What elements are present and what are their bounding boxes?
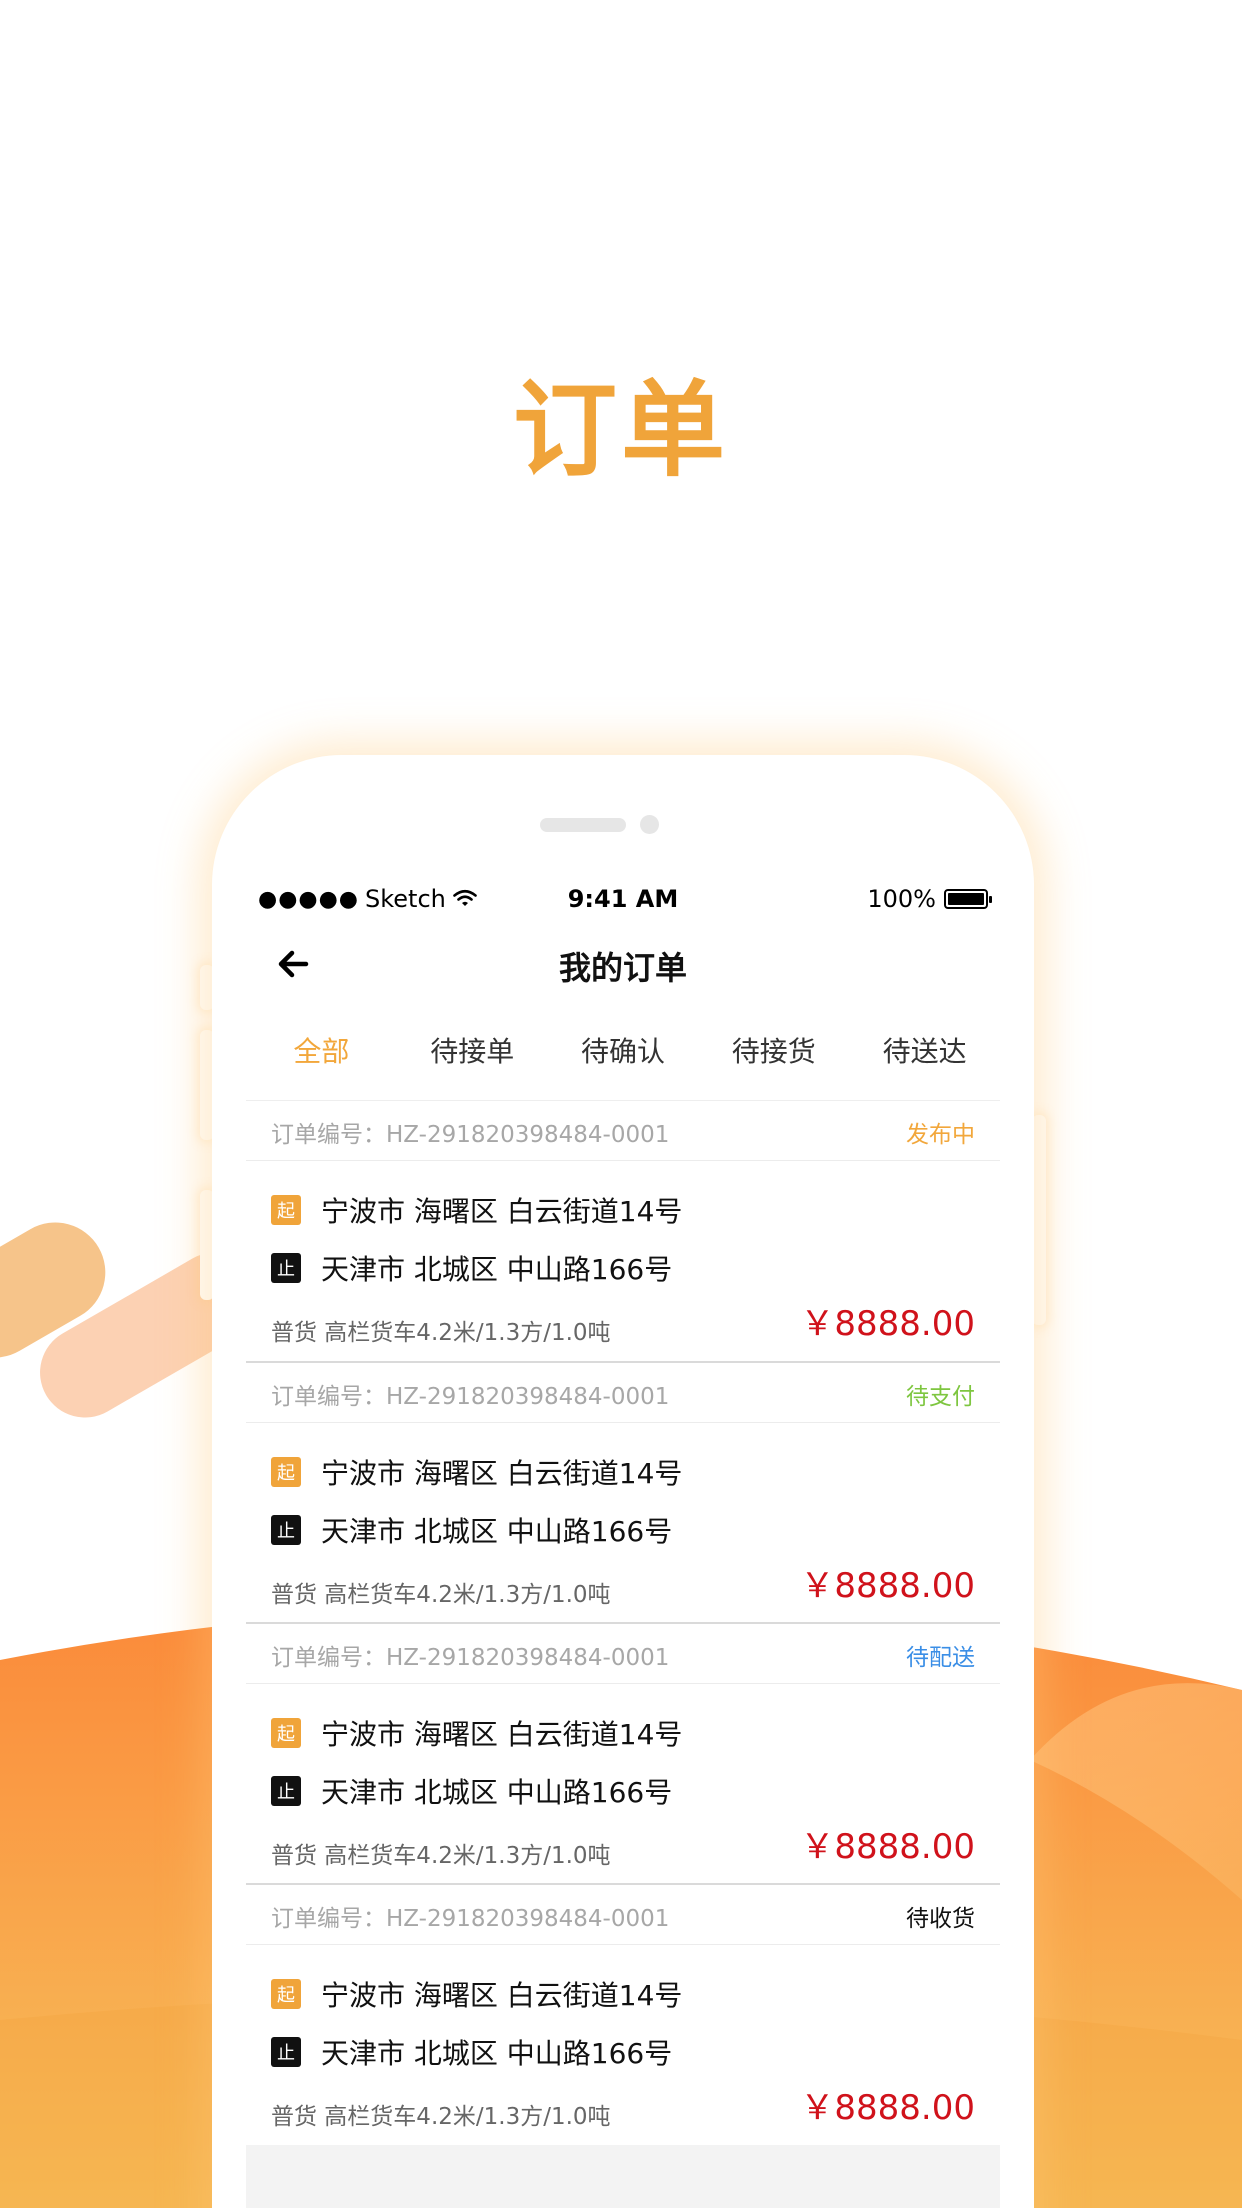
order-price: ￥8888.00: [800, 1566, 975, 1606]
start-address: 宁波市 海曙区 白云街道14号: [321, 1195, 683, 1228]
start-tag: 起: [271, 1457, 301, 1487]
page-title: 订单: [512, 369, 729, 491]
order-status: 待支付: [906, 1384, 975, 1410]
end-address: 天津市 北城区 中山路166号: [321, 2037, 673, 2070]
end-address-row: 止 天津市 北城区 中山路166号: [271, 1510, 672, 1550]
order-list: 订单编号：HZ-291820398484-0001 发布中 起 宁波市 海曙区 …: [246, 1100, 1000, 2144]
end-address: 天津市 北城区 中山路166号: [321, 1515, 673, 1548]
order-number: 订单编号：HZ-291820398484-0001: [271, 1122, 670, 1148]
tab-pending-accept[interactable]: 待接单: [397, 1030, 548, 1080]
order-number: 订单编号：HZ-291820398484-0001: [271, 1906, 670, 1932]
battery-icon: [944, 889, 992, 909]
tab-pending-pickup[interactable]: 待接货: [698, 1030, 849, 1080]
start-address: 宁波市 海曙区 白云街道14号: [321, 1457, 683, 1490]
phone-side-button: [1032, 1115, 1046, 1325]
start-address: 宁波市 海曙区 白云街道14号: [321, 1718, 683, 1751]
order-price: ￥8888.00: [800, 2088, 975, 2128]
order-header: 订单编号：HZ-291820398484-0001 发布中: [246, 1101, 1000, 1161]
end-tag: 止: [271, 1776, 301, 1806]
order-header: 订单编号：HZ-291820398484-0001 待支付: [246, 1363, 1000, 1423]
start-tag: 起: [271, 1718, 301, 1748]
end-address: 天津市 北城区 中山路166号: [321, 1253, 673, 1286]
end-tag: 止: [271, 1515, 301, 1545]
start-address-row: 起 宁波市 海曙区 白云街道14号: [271, 1974, 682, 2014]
end-address-row: 止 天津市 北城区 中山路166号: [271, 1771, 672, 1811]
order-tabs: 全部 待接单 待确认 待接货 待送达: [246, 1030, 1000, 1080]
end-address: 天津市 北城区 中山路166号: [321, 1776, 673, 1809]
cargo-info: 普货 高栏货车4.2米/1.3方/1.0吨: [271, 1320, 611, 1346]
phone-camera: [640, 815, 659, 834]
order-price: ￥8888.00: [800, 1304, 975, 1344]
tab-pending-delivery[interactable]: 待送达: [849, 1030, 1000, 1080]
order-number: 订单编号：HZ-291820398484-0001: [271, 1384, 670, 1410]
list-bottom-area: [246, 2145, 1000, 2208]
phone-speaker: [540, 818, 626, 832]
order-header: 订单编号：HZ-291820398484-0001 待配送: [246, 1624, 1000, 1684]
order-card[interactable]: 订单编号：HZ-291820398484-0001 待收货 起 宁波市 海曙区 …: [246, 1883, 1000, 2144]
order-number: 订单编号：HZ-291820398484-0001: [271, 1645, 670, 1671]
cargo-info: 普货 高栏货车4.2米/1.3方/1.0吨: [271, 2104, 611, 2130]
tab-pending-confirm[interactable]: 待确认: [548, 1030, 699, 1080]
order-header: 订单编号：HZ-291820398484-0001 待收货: [246, 1885, 1000, 1945]
order-status: 发布中: [906, 1122, 975, 1148]
order-price: ￥8888.00: [800, 1827, 975, 1867]
start-address-row: 起 宁波市 海曙区 白云街道14号: [271, 1452, 682, 1492]
order-status: 待收货: [906, 1906, 975, 1932]
order-card[interactable]: 订单编号：HZ-291820398484-0001 发布中 起 宁波市 海曙区 …: [246, 1100, 1000, 1361]
order-status: 待配送: [906, 1645, 975, 1671]
start-address-row: 起 宁波市 海曙区 白云街道14号: [271, 1713, 682, 1753]
end-address-row: 止 天津市 北城区 中山路166号: [271, 2032, 672, 2072]
tab-all[interactable]: 全部: [246, 1030, 397, 1080]
end-tag: 止: [271, 2037, 301, 2067]
start-address: 宁波市 海曙区 白云街道14号: [321, 1979, 683, 2012]
order-card[interactable]: 订单编号：HZ-291820398484-0001 待配送 起 宁波市 海曙区 …: [246, 1622, 1000, 1883]
end-address-row: 止 天津市 北城区 中山路166号: [271, 1248, 672, 1288]
status-bar: ●●●●● Sketch 9:41 AM 100%: [258, 885, 992, 925]
start-address-row: 起 宁波市 海曙区 白云街道14号: [271, 1190, 682, 1230]
battery-percent: 100%: [867, 885, 936, 913]
start-tag: 起: [271, 1979, 301, 2009]
order-card[interactable]: 订单编号：HZ-291820398484-0001 待支付 起 宁波市 海曙区 …: [246, 1361, 1000, 1622]
nav-title: 我的订单: [558, 949, 687, 987]
cargo-info: 普货 高栏货车4.2米/1.3方/1.0吨: [271, 1582, 611, 1608]
end-tag: 止: [271, 1253, 301, 1283]
nav-bar: 我的订单: [246, 935, 1000, 995]
cargo-info: 普货 高栏货车4.2米/1.3方/1.0吨: [271, 1843, 611, 1869]
start-tag: 起: [271, 1195, 301, 1225]
